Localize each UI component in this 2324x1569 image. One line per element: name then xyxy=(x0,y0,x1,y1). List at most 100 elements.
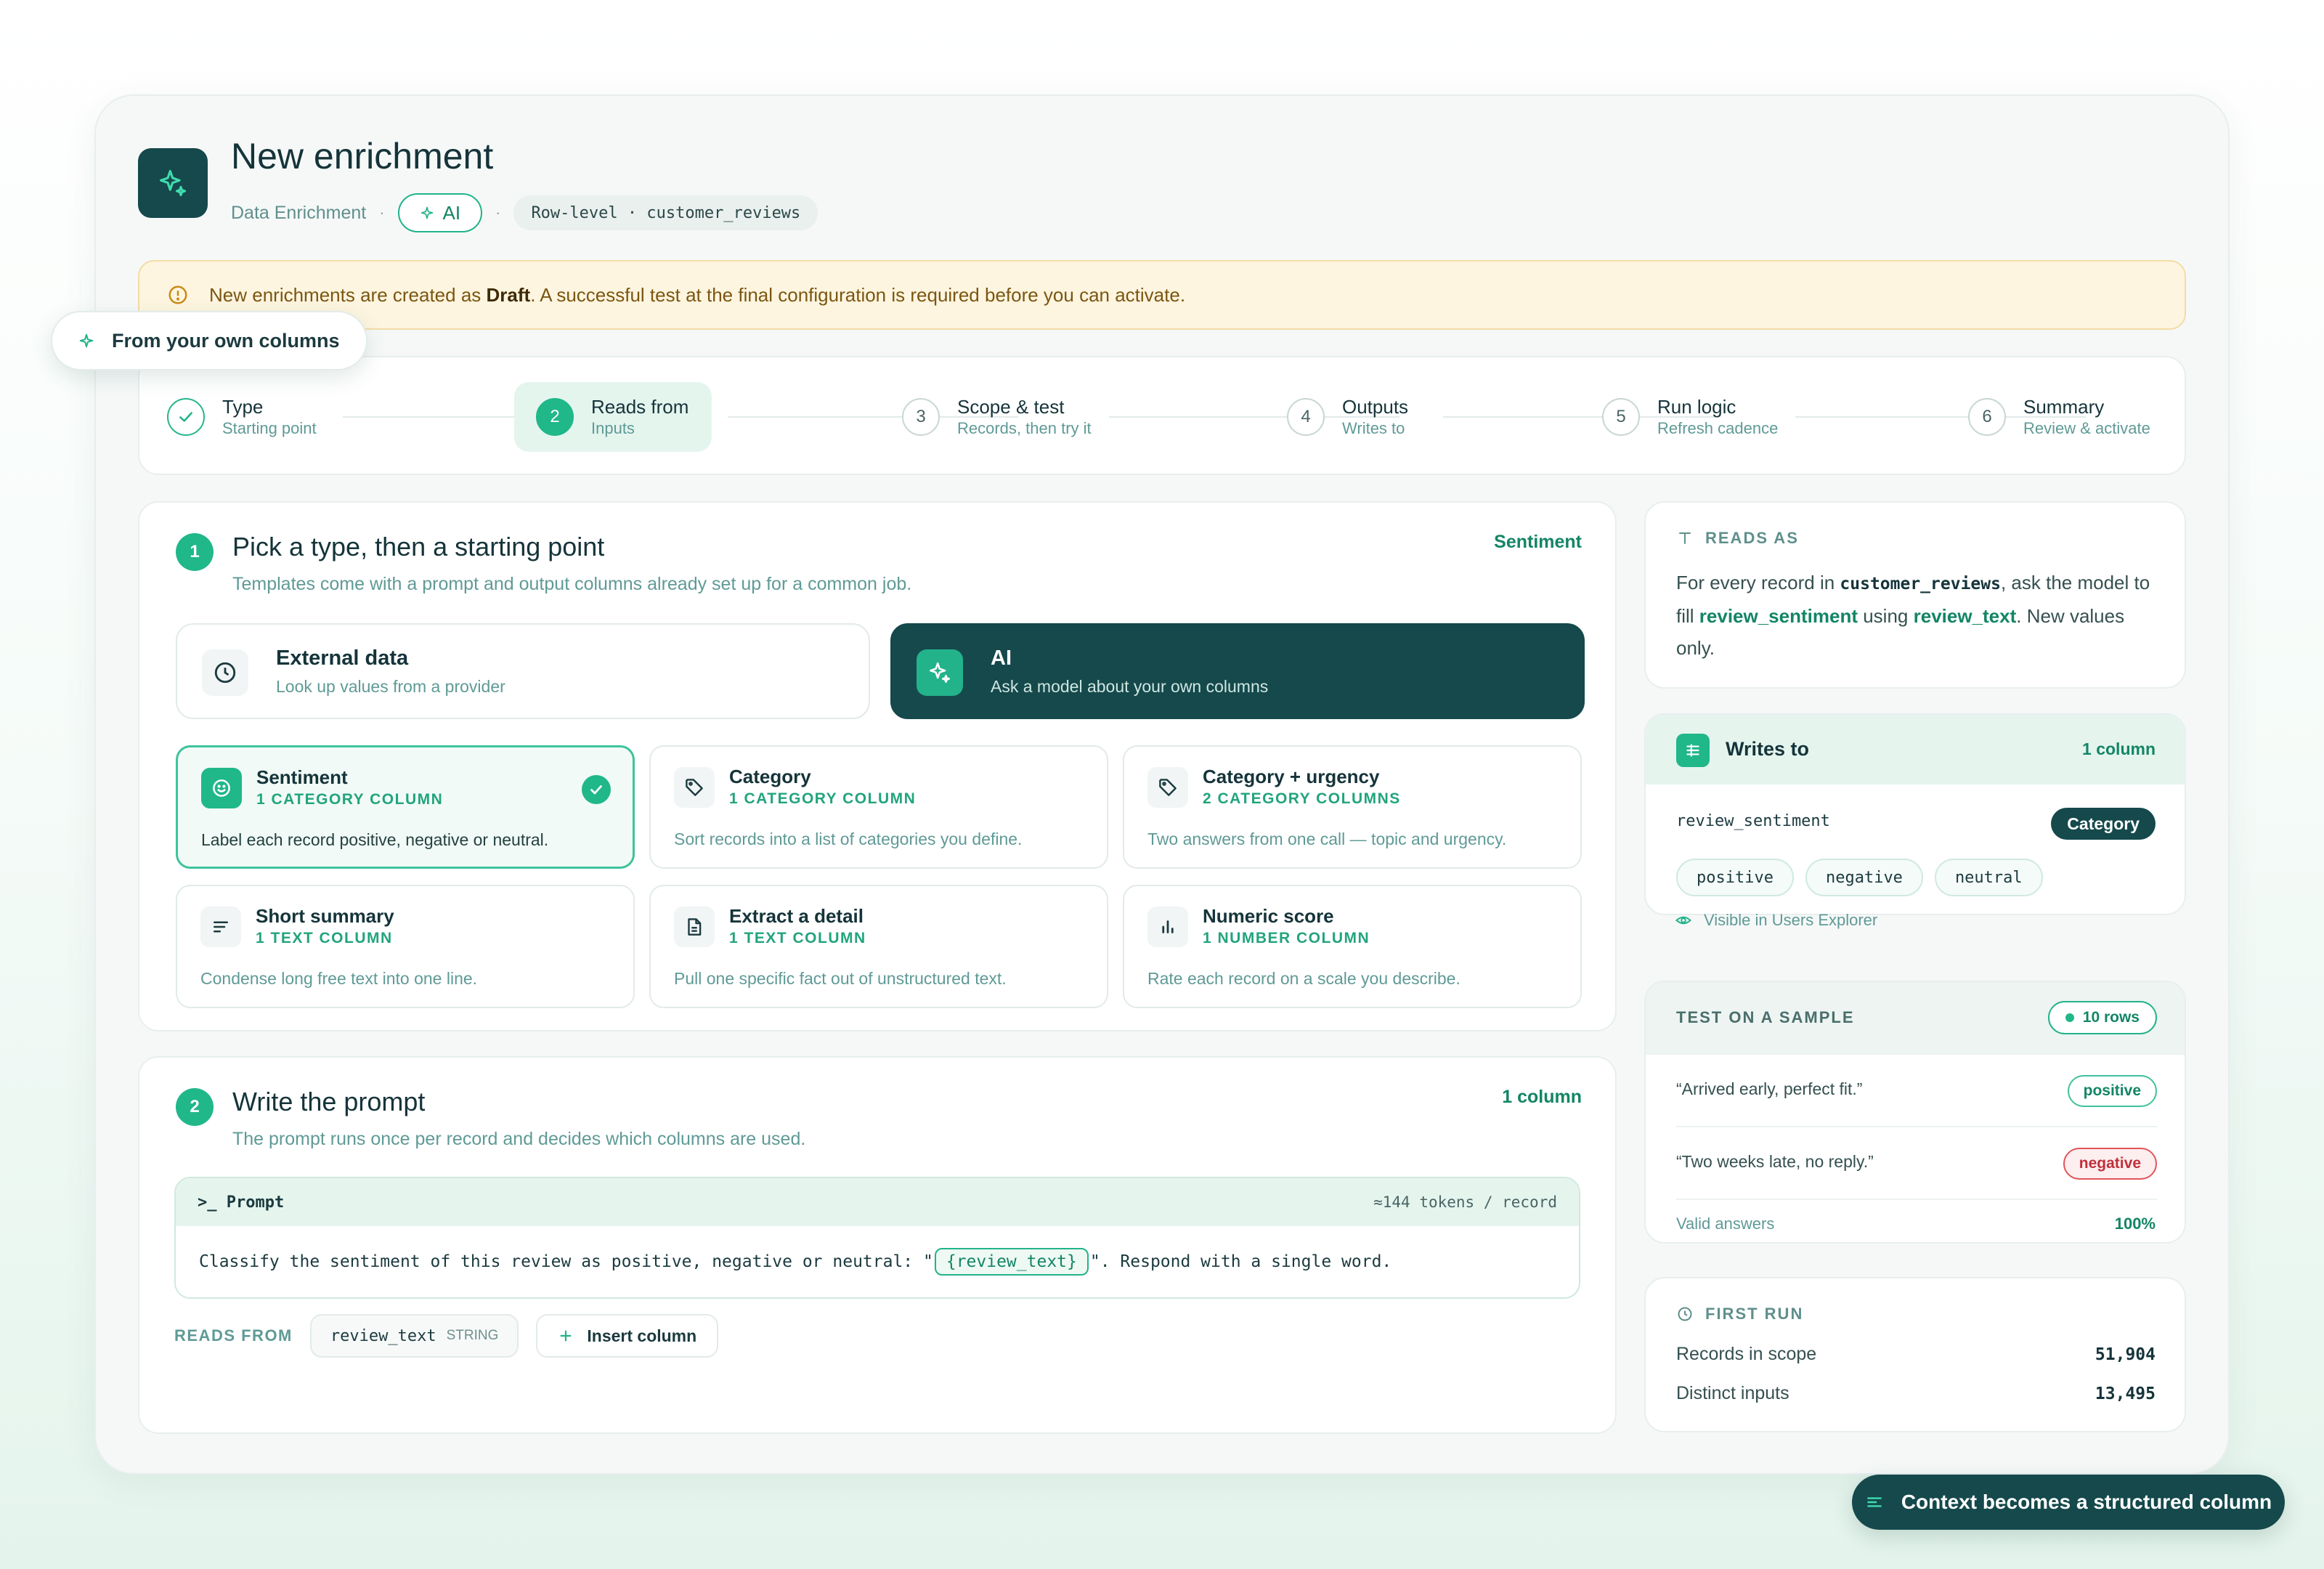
first-run-header: FIRST RUN xyxy=(1676,1305,1803,1323)
wizard-stepper: Type Starting point 2 Reads from Inputs 3 … xyxy=(138,356,2186,475)
records-in-scope-value: 51,904 xyxy=(2095,1345,2156,1364)
template-extract-detail[interactable]: Extract a detail 1 TEXT COLUMN Pull one … xyxy=(649,885,1108,1008)
first-run-card: FIRST RUN Records in scope 51,904 Distin… xyxy=(1644,1277,2186,1432)
template-title: Category + urgency xyxy=(1203,766,1380,787)
output-column-count: 1 column xyxy=(1502,1087,1582,1107)
list-icon xyxy=(1865,1493,1884,1512)
tag-icon xyxy=(674,767,715,808)
sample-rows-badge[interactable]: 10 rows xyxy=(2047,1001,2157,1034)
template-columns: 1 TEXT COLUMN xyxy=(729,930,866,946)
prompt-text[interactable]: Classify the sentiment of this review as… xyxy=(199,1248,1391,1276)
template-columns: 1 TEXT COLUMN xyxy=(256,930,393,946)
smile-icon xyxy=(201,768,242,808)
valid-answers-value: 100% xyxy=(2114,1215,2156,1233)
reads-from-label: READS FROM xyxy=(174,1326,293,1345)
sample-result-row: “Two weeks late, no reply.” negative xyxy=(1676,1127,2157,1200)
input-column-name: review_text xyxy=(330,1326,436,1345)
step-reads-from[interactable]: 2 Reads from Inputs xyxy=(514,382,712,452)
type-option-subtitle: Look up values from a provider xyxy=(276,677,505,696)
test-sample-header: TEST ON A SAMPLE 10 rows xyxy=(1646,982,2185,1055)
step-subtitle: Writes to xyxy=(1342,419,1405,437)
template-description: Pull one specific fact out of unstructur… xyxy=(674,969,1007,988)
writes-to-card: Writes to 1 column review_sentiment Cate… xyxy=(1644,713,2186,915)
template-numeric-score[interactable]: Numeric score 1 NUMBER COLUMN Rate each … xyxy=(1123,885,1582,1008)
sparkle-icon xyxy=(420,206,434,220)
structured-column-cta[interactable]: Context becomes a structured column xyxy=(1852,1475,2285,1530)
input-column-chip[interactable]: review_text STRING xyxy=(309,1314,519,1358)
sample-text: “Two weeks late, no reply.” xyxy=(1676,1152,1874,1171)
step-subtitle: Refresh cadence xyxy=(1657,419,1779,437)
section-number: 1 xyxy=(176,533,214,571)
writes-to-header: Writes to 1 column xyxy=(1646,715,2185,784)
sample-rows-label: 10 rows xyxy=(2082,1009,2140,1026)
section-subtitle: The prompt runs once per record and deci… xyxy=(232,1129,806,1149)
test-sample-title: TEST ON A SAMPLE xyxy=(1676,1008,1855,1026)
step-number: 6 xyxy=(1968,398,2006,436)
info-icon xyxy=(167,284,189,306)
reads-as-card: READS AS For every record in customer_re… xyxy=(1644,501,2186,689)
breadcrumb-data-enrichment[interactable]: Data Enrichment xyxy=(231,203,366,224)
template-category[interactable]: Category 1 CATEGORY COLUMN Sort records … xyxy=(649,745,1108,869)
document-icon xyxy=(674,907,715,947)
step-number: 4 xyxy=(1287,398,1325,436)
prompt-editor-header: >_ Prompt ≈144 tokens / record xyxy=(176,1178,1579,1226)
step-summary[interactable]: 6 Summary Review & activate xyxy=(1968,382,2150,452)
draft-alert: New enrichments are created as Draft. A … xyxy=(138,260,2186,330)
template-columns: 1 CATEGORY COLUMN xyxy=(729,790,917,807)
type-option-external-data[interactable]: External data Look up values from a prov… xyxy=(176,623,870,719)
separator-dot: · xyxy=(495,203,501,222)
template-sentiment[interactable]: Sentiment 1 CATEGORY COLUMN Label each r… xyxy=(176,745,635,869)
reads-from-row: READS FROM review_text STRING Insert col… xyxy=(174,1313,719,1358)
template-description: Rate each record on a scale you describe… xyxy=(1147,969,1460,988)
step-scope-test[interactable]: 3 Scope & test Records, then try it xyxy=(902,382,1092,452)
ai-badge-label: AI xyxy=(442,201,461,224)
lines-icon xyxy=(200,907,241,947)
insert-column-button[interactable]: Insert column xyxy=(536,1314,719,1358)
first-run-title: FIRST RUN xyxy=(1705,1305,1804,1323)
template-short-summary[interactable]: Short summary 1 TEXT COLUMN Condense lon… xyxy=(176,885,635,1008)
reads-as-title: READS AS xyxy=(1705,529,1799,547)
template-columns: 2 CATEGORY COLUMNS xyxy=(1203,790,1401,807)
template-title: Sentiment xyxy=(256,766,348,788)
bar-chart-icon xyxy=(1147,907,1188,947)
eye-icon xyxy=(1675,912,1692,929)
type-option-ai[interactable]: AI Ask a model about your own columns xyxy=(890,623,1585,719)
check-icon xyxy=(167,398,205,436)
template-title: Category xyxy=(729,766,811,787)
valid-answers-label: Valid answers xyxy=(1676,1215,1775,1233)
step-number: 2 xyxy=(536,398,574,436)
floating-tag: From your own columns xyxy=(51,311,367,370)
type-section-card: 1 Pick a type, then a starting point Tem… xyxy=(138,501,1617,1031)
prompt-label: >_ Prompt xyxy=(198,1193,285,1212)
category-options: positive negative neutral xyxy=(1676,859,2043,896)
separator-dot: · xyxy=(379,203,385,222)
reads-as-description: For every record in customer_reviews, as… xyxy=(1676,572,2150,659)
type-option-title: External data xyxy=(276,646,409,670)
input-column-type: STRING xyxy=(446,1328,499,1343)
section-subtitle: Templates come with a prompt and output … xyxy=(232,574,912,594)
sample-result-row: “Arrived early, perfect fit.” positive xyxy=(1676,1055,2157,1127)
step-number: 5 xyxy=(1602,398,1640,436)
prompt-editor[interactable]: >_ Prompt ≈144 tokens / record Classify … xyxy=(174,1177,1580,1299)
output-column-name: review_sentiment xyxy=(1676,812,1830,830)
sparkle-icon xyxy=(917,649,963,696)
sample-result-badge: negative xyxy=(2063,1148,2157,1180)
step-type[interactable]: Type Starting point xyxy=(167,382,317,452)
sparkle-icon xyxy=(78,333,94,349)
scope-badge: Row-level · customer_reviews xyxy=(513,195,818,230)
text-type-icon xyxy=(1676,530,1694,547)
step-run-logic[interactable]: 5 Run logic Refresh cadence xyxy=(1602,382,1778,452)
reads-as-header: READS AS xyxy=(1676,529,1799,548)
step-number: 3 xyxy=(902,398,940,436)
category-option: negative xyxy=(1805,859,1923,896)
column-token[interactable]: {review_text} xyxy=(934,1248,1089,1276)
template-columns: 1 CATEGORY COLUMN xyxy=(256,791,444,808)
template-title: Numeric score xyxy=(1203,905,1334,927)
cta-label: Context becomes a structured column xyxy=(1901,1491,2272,1513)
selected-check-icon xyxy=(582,775,611,804)
step-outputs[interactable]: 4 Outputs Writes to xyxy=(1287,382,1408,452)
step-subtitle: Review & activate xyxy=(2023,419,2150,437)
header-meta: Data Enrichment · AI · Row-level · custo… xyxy=(231,193,818,232)
type-option-subtitle: Ask a model about your own columns xyxy=(991,677,1269,696)
template-category-urgency[interactable]: Category + urgency 2 CATEGORY COLUMNS Tw… xyxy=(1123,745,1582,869)
